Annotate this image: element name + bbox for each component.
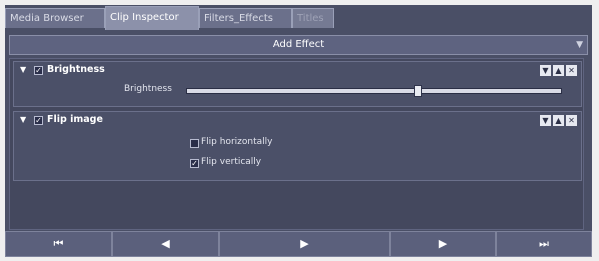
move-down-icon[interactable]: ▼ — [540, 115, 551, 126]
step-back-button[interactable]: ◀ — [112, 231, 219, 257]
brightness-slider[interactable] — [186, 88, 562, 94]
transport-controls: ⏮ ◀ ▶ ▶ ⏭ — [5, 231, 592, 257]
remove-effect-icon[interactable]: ✕ — [566, 65, 577, 76]
effects-list: ▼ ✓ Brightness ▼ ▲ ✕ Brightness ▼ ✓ Flip… — [9, 58, 584, 230]
effect-header: ▼ ✓ Flip image ▼ ▲ ✕ — [14, 112, 581, 128]
tab-bar: Media Browser Clip Inspector Filters_Eff… — [5, 5, 592, 31]
play-button[interactable]: ▶ — [219, 231, 390, 257]
effect-flip-image: ▼ ✓ Flip image ▼ ▲ ✕ Flip horizontally ✓… — [13, 111, 582, 181]
flip-vertically-checkbox[interactable]: ✓ — [190, 159, 199, 168]
effect-title: Brightness — [47, 64, 105, 75]
effect-brightness: ▼ ✓ Brightness ▼ ▲ ✕ Brightness — [13, 61, 582, 107]
add-effect-label: Add Effect — [272, 39, 325, 50]
remove-effect-icon[interactable]: ✕ — [566, 115, 577, 126]
skip-to-start-button[interactable]: ⏮ — [5, 231, 112, 257]
effect-header: ▼ ✓ Brightness ▼ ▲ ✕ — [14, 62, 581, 78]
move-down-icon[interactable]: ▼ — [540, 65, 551, 76]
flip-horizontally-checkbox[interactable] — [190, 139, 199, 148]
collapse-icon[interactable]: ▼ — [20, 62, 26, 78]
tab-clip-inspector[interactable]: Clip Inspector — [105, 6, 199, 30]
step-forward-button[interactable]: ▶ — [390, 231, 496, 257]
move-up-icon[interactable]: ▲ — [553, 65, 564, 76]
effect-enabled-checkbox[interactable]: ✓ — [34, 116, 43, 125]
brightness-slider-handle[interactable] — [414, 85, 423, 97]
clip-inspector-panel: Media Browser Clip Inspector Filters_Eff… — [5, 5, 592, 257]
skip-forward-icon: ⏭ — [539, 237, 549, 250]
tab-media-browser[interactable]: Media Browser — [5, 8, 105, 28]
tab-titles[interactable]: Titles — [292, 8, 334, 28]
step-forward-icon: ▶ — [438, 237, 448, 250]
chevron-down-icon: ▼ — [576, 40, 583, 50]
add-effect-dropdown[interactable]: Add Effect ▼ — [9, 35, 588, 55]
skip-back-icon: ⏮ — [53, 237, 64, 250]
effect-enabled-checkbox[interactable]: ✓ — [34, 66, 43, 75]
tab-filters-effects[interactable]: Filters_Effects — [199, 8, 292, 28]
flip-vertically-label: Flip vertically — [201, 157, 262, 167]
brightness-param-label: Brightness — [124, 84, 172, 94]
collapse-icon[interactable]: ▼ — [20, 112, 26, 128]
play-icon: ▶ — [300, 237, 309, 250]
step-back-icon: ◀ — [161, 237, 170, 250]
move-up-icon[interactable]: ▲ — [553, 115, 564, 126]
effect-title: Flip image — [47, 114, 103, 125]
skip-to-end-button[interactable]: ⏭ — [496, 231, 592, 257]
flip-horizontally-label: Flip horizontally — [201, 137, 273, 147]
